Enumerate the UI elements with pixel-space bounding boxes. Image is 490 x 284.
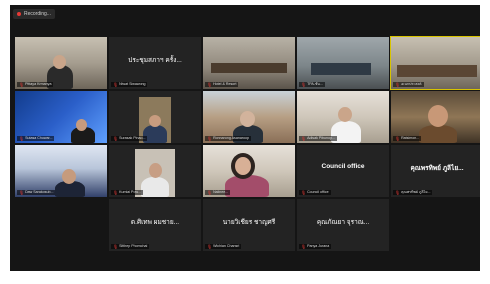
mic-muted-icon: 🎙: [113, 136, 119, 141]
participant-label: 🎙 Daw Sarakosub...: [17, 190, 56, 195]
participant-label: 🎙 Adisak Pibunop...: [299, 136, 338, 141]
participant-label: 🎙 TPA-ชั้น...: [299, 82, 325, 87]
participant-head: [338, 107, 352, 122]
participant-tile[interactable]: 🎙 Nalinee...: [203, 145, 295, 197]
conference-table: [211, 63, 287, 73]
mic-muted-icon: 🎙: [395, 136, 401, 141]
participant-label: 🎙 Council office: [299, 190, 331, 195]
mic-muted-icon: 🎙: [207, 244, 213, 249]
participant-name: Council office: [321, 163, 365, 170]
participant-tile[interactable]: 🎙 Pittaya Krmanya: [15, 37, 107, 89]
participant-head: [428, 105, 448, 127]
participant-tile[interactable]: ด.ศิเทพ ผมชาย... 🎙 Sitthep Phomchai: [109, 199, 201, 251]
participant-tile[interactable]: ประชุมสภาฯ ครั้ง... 🎙 Niwat Siwawong: [109, 37, 201, 89]
recording-indicator[interactable]: Recording...: [13, 9, 55, 19]
participant-tile[interactable]: 🎙 Surasak Pinao...: [109, 91, 201, 143]
participant-label: 🎙 Kumlai Pow...: [111, 190, 143, 195]
participant-label: 🎙 อเนกประสงค์: [393, 82, 424, 87]
participant-label: 🎙 Nalinee...: [205, 190, 231, 195]
participant-tile[interactable]: 🎙 Adisak Pibunop...: [297, 91, 389, 143]
mic-muted-icon: 🎙: [19, 82, 25, 87]
participant-tile[interactable]: นายวิเชียร ชาญศรี 🎙 Wichian Chansri: [203, 199, 295, 251]
participant-name: คุณภัณยา จุราณ...: [316, 219, 370, 226]
mic-muted-icon: 🎙: [301, 82, 307, 87]
mic-muted-icon: 🎙: [301, 136, 307, 141]
participant-tile[interactable]: 🎙 TPA-ชั้น...: [297, 37, 389, 89]
participant-head: [149, 115, 161, 127]
mic-muted-icon: 🎙: [207, 82, 213, 87]
participant-figure: [419, 125, 457, 143]
participant-label: 🎙 Ronnarong Asanaroop: [205, 136, 252, 141]
participant-tile-active-speaker[interactable]: 🎙 อเนกประสงค์: [390, 36, 480, 90]
participant-label: 🎙 Sitthep Phomchai: [111, 244, 150, 249]
participant-label: 🎙 Panya Jurana: [299, 244, 332, 249]
participant-tile[interactable]: 🎙 Kumlai Pow...: [109, 145, 201, 197]
recording-status-text: Recording...: [24, 11, 51, 17]
participant-head: [76, 119, 87, 131]
participant-tile[interactable]: 🎙 Sutasa Chuwar...: [15, 91, 107, 143]
participant-head: [240, 111, 255, 127]
mic-muted-icon: 🎙: [19, 136, 25, 141]
mic-muted-icon: 🎙: [395, 82, 401, 87]
mic-muted-icon: 🎙: [301, 244, 307, 249]
participant-name: ประชุมสภาฯ ครั้ง...: [128, 57, 182, 64]
mic-muted-icon: 🎙: [207, 136, 213, 141]
participant-tile[interactable]: 🎙 Ratsimon...: [391, 91, 480, 143]
participant-label: 🎙 Hotel & Resort: [205, 82, 239, 87]
mic-muted-icon: 🎙: [301, 190, 307, 195]
participant-tile[interactable]: คุณพรทิพย์ ภูลิไย... 🎙 คุณพรทิพย์ ภูลิไย.…: [391, 145, 480, 197]
mic-muted-icon: 🎙: [113, 190, 119, 195]
participant-tile[interactable]: 🎙 Ronnarong Asanaroop: [203, 91, 295, 143]
mic-muted-icon: 🎙: [113, 82, 119, 87]
participant-label: 🎙 Ratsimon...: [393, 136, 422, 141]
mic-muted-icon: 🎙: [207, 190, 213, 195]
meeting-room-chairs: [311, 63, 371, 75]
participant-tile[interactable]: 🎙 Hotel & Resort: [203, 37, 295, 89]
participant-figure: [141, 177, 169, 197]
meeting-room-table: [397, 65, 477, 77]
participant-tile[interactable]: 🎙 Daw Sarakosub...: [15, 145, 107, 197]
participant-head: [53, 55, 66, 69]
mic-muted-icon: 🎙: [113, 244, 119, 249]
mic-muted-icon: 🎙: [19, 190, 25, 195]
participant-name: คุณพรทิพย์ ภูลิไย...: [410, 165, 464, 172]
participant-face: [235, 157, 251, 175]
record-dot-icon: [17, 12, 21, 16]
participant-label: 🎙 Sutasa Chuwar...: [17, 136, 55, 141]
mic-muted-icon: 🎙: [395, 190, 401, 195]
participant-label: 🎙 Pittaya Krmanya: [17, 82, 54, 87]
participant-figure: [225, 175, 269, 197]
participant-tile[interactable]: Council office 🎙 Council office: [297, 145, 389, 197]
participant-tile[interactable]: คุณภัณยา จุราณ... 🎙 Panya Jurana: [297, 199, 389, 251]
participant-head: [149, 163, 162, 178]
participant-label: 🎙 Niwat Siwawong: [111, 82, 148, 87]
participant-name: ด.ศิเทพ ผมชาย...: [130, 219, 180, 226]
participant-label: 🎙 คุณพรทิพย์ ภูลิไย...: [393, 190, 433, 195]
video-conference-window: Recording... 🎙 Pittaya Krmanya ประชุมสภาฯ…: [10, 5, 480, 271]
participant-label: 🎙 Surasak Pinao...: [111, 136, 148, 141]
participant-name: นายวิเชียร ชาญศรี: [222, 219, 276, 226]
participant-label: 🎙 Wichian Chansri: [205, 244, 242, 249]
participant-head: [62, 169, 76, 184]
